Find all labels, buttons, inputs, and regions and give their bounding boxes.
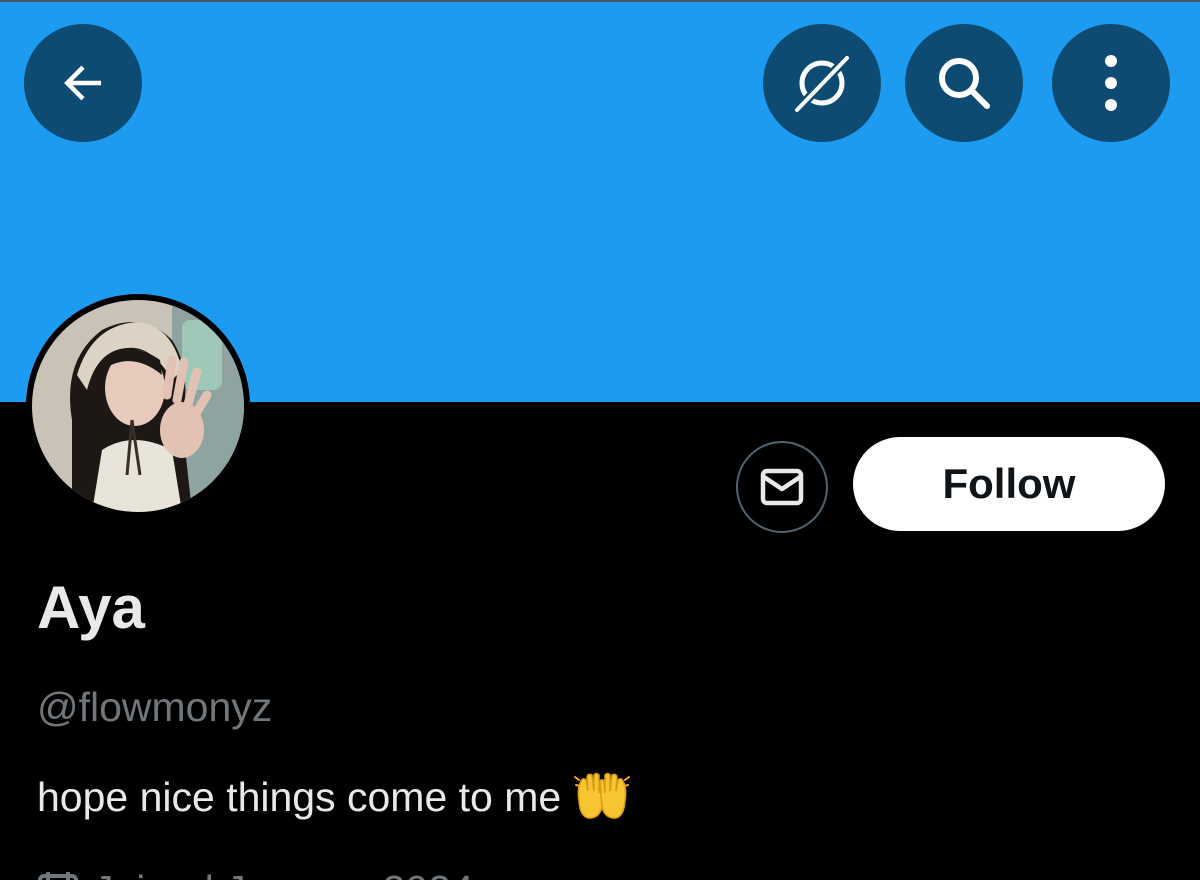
- handle: @flowmonyz: [37, 684, 273, 730]
- profile-page: Follow Aya @flowmonyz hope nice things c…: [0, 0, 1200, 880]
- bio: hope nice things come to me: [37, 771, 631, 823]
- joined-date: Joined January 2024: [37, 866, 474, 880]
- avatar-photo: [32, 300, 244, 512]
- avatar[interactable]: [26, 294, 250, 518]
- joined-text: Joined January 2024: [93, 866, 474, 880]
- search-button[interactable]: [905, 24, 1023, 142]
- more-options-button[interactable]: [1052, 24, 1170, 142]
- envelope-icon: [760, 468, 804, 506]
- bio-text: hope nice things come to me: [37, 774, 562, 820]
- arrow-left-icon: [64, 65, 101, 101]
- more-vertical-icon: [1105, 55, 1117, 111]
- raising-hands-emoji: [574, 772, 631, 819]
- grok-icon: [793, 54, 851, 114]
- message-button[interactable]: [736, 441, 828, 533]
- display-name: Aya: [37, 574, 145, 641]
- follow-button[interactable]: Follow: [853, 437, 1165, 531]
- search-icon: [939, 58, 990, 109]
- calendar-icon: [38, 872, 78, 880]
- grok-button[interactable]: [763, 24, 881, 142]
- back-button[interactable]: [24, 24, 142, 142]
